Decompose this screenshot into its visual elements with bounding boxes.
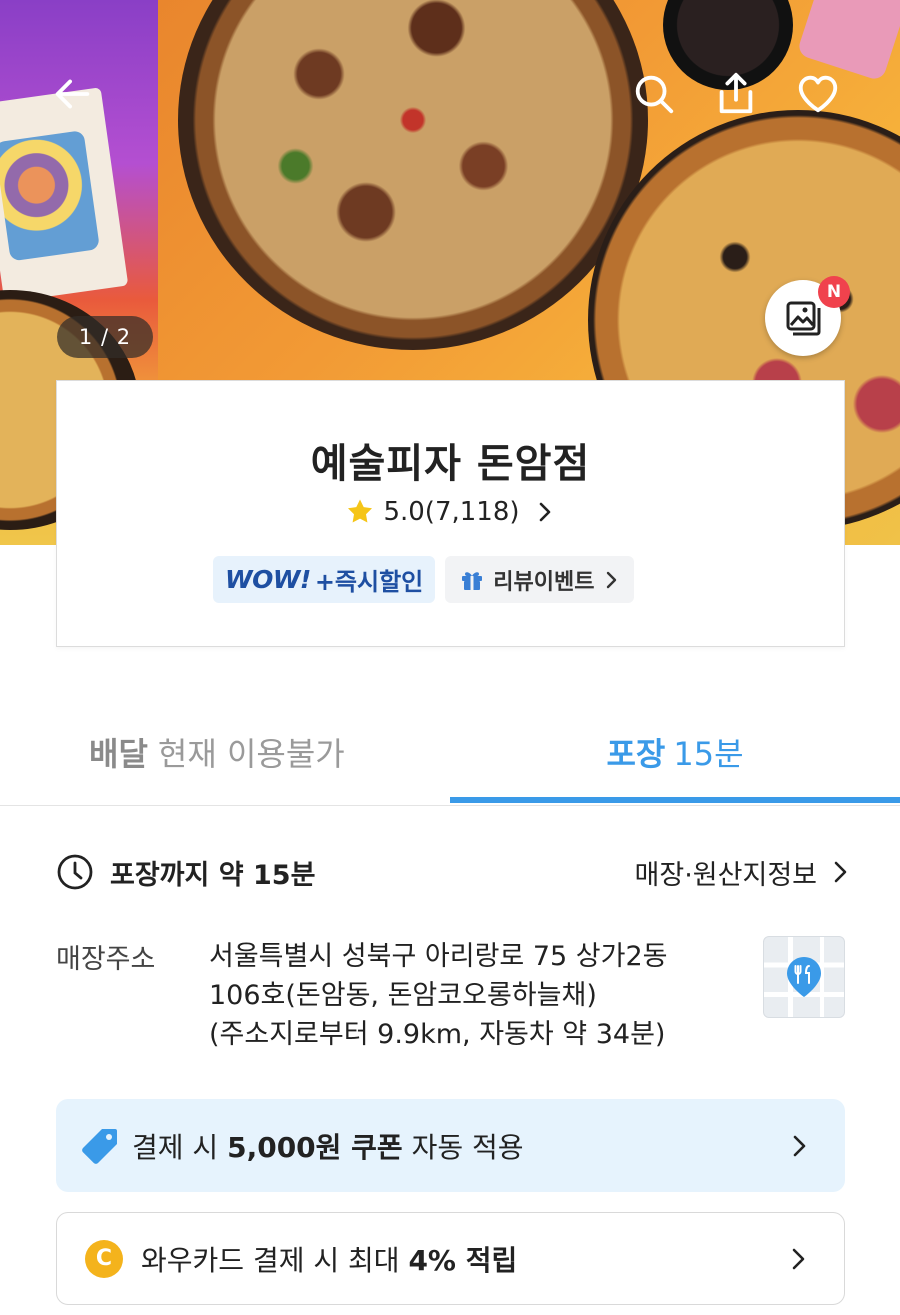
chevron-right-icon [793, 1135, 806, 1156]
address-line: 서울특별시 성북구 아리랑로 75 상가2동 [209, 941, 668, 972]
store-origin-info-link[interactable]: 매장·원산지정보 [635, 853, 851, 892]
card-reward-text: 와우카드 결제 시 최대 4% 적립 [141, 1239, 517, 1279]
address-label: 매장주소 [56, 944, 156, 975]
address-distance: (주소지로부터 9.9km, 자동차 약 34분) [209, 1019, 666, 1050]
photo-gallery-icon [786, 301, 821, 336]
tab-pickup-time: 15분 [673, 735, 744, 773]
heart-icon [798, 75, 838, 113]
wow-badge-label: +즉시할인 [314, 568, 424, 596]
active-tab-indicator [450, 797, 900, 803]
card-reward-rate: 4% 적립 [408, 1243, 518, 1277]
store-address: 서울특별시 성북구 아리랑로 75 상가2동 106호(돈암동, 돈암코오롱하늘… [209, 937, 739, 1054]
back-button[interactable] [44, 66, 100, 122]
chevron-right-icon [607, 571, 617, 588]
restaurant-map-pin-icon [787, 957, 821, 997]
review-event-badge[interactable]: 리뷰이벤트 [445, 556, 635, 603]
store-summary-card: 예술피자 돈암점 5.0(7,118) WOW! +즉시할인 리뷰이벤트 [56, 380, 845, 647]
tab-delivery-status: 현재 이용불가 [157, 735, 345, 773]
auto-coupon-banner[interactable]: 결제 시 5,000원 쿠폰 자동 적용 [56, 1099, 845, 1192]
new-photo-badge: N [818, 276, 850, 308]
card-text-prefix: 와우카드 결제 시 최대 [141, 1243, 409, 1277]
rating-value: 5.0(7,118) [383, 497, 520, 527]
pickup-time-row: 포장까지 약 15분 매장·원산지정보 [56, 850, 851, 894]
pickup-time: 포장까지 약 15분 [110, 859, 316, 891]
coin-icon: C [85, 1239, 123, 1278]
coupon-text: 결제 시 5,000원 쿠폰 자동 적용 [132, 1126, 524, 1166]
chevron-right-icon [834, 861, 847, 883]
photo-counter: 1 / 2 [57, 316, 153, 358]
review-event-label: 리뷰이벤트 [493, 569, 595, 595]
coupon-amount: 5,000원 쿠폰 [227, 1130, 403, 1164]
rating-link[interactable]: 5.0(7,118) [57, 497, 844, 527]
coupon-text-suffix: 자동 적용 [402, 1130, 524, 1164]
store-origin-info-label: 매장·원산지정보 [634, 859, 817, 891]
favorite-button[interactable] [790, 66, 846, 122]
wow-card-reward-banner[interactable]: C 와우카드 결제 시 최대 4% 적립 [56, 1212, 845, 1305]
map-thumbnail[interactable] [763, 936, 845, 1018]
chevron-right-icon [792, 1248, 805, 1269]
address-line: 106호(돈암동, 돈암코오롱하늘채) [209, 980, 597, 1011]
wow-logo: WOW! [225, 565, 311, 594]
coupon-tag-icon [82, 1128, 117, 1164]
search-icon [635, 75, 674, 114]
chevron-right-icon [539, 502, 550, 522]
clock-icon [57, 854, 93, 890]
share-button[interactable] [708, 66, 764, 122]
order-type-tabs: 배달 현재 이용불가 포장 15분 [0, 700, 900, 806]
tab-pickup[interactable]: 포장 15분 [450, 700, 900, 804]
share-icon [719, 72, 753, 114]
store-name: 예술피자 돈암점 [310, 441, 591, 487]
tab-pickup-label: 포장 [606, 735, 666, 773]
gift-icon [462, 571, 483, 590]
tab-delivery-label: 배달 [89, 735, 148, 773]
star-icon [348, 499, 373, 523]
tab-delivery[interactable]: 배달 현재 이용불가 [0, 700, 450, 804]
coupon-text-prefix: 결제 시 [132, 1130, 228, 1164]
back-arrow-icon [55, 79, 90, 109]
search-button[interactable] [626, 66, 682, 122]
wow-instant-discount-badge: WOW! +즉시할인 [213, 556, 436, 603]
